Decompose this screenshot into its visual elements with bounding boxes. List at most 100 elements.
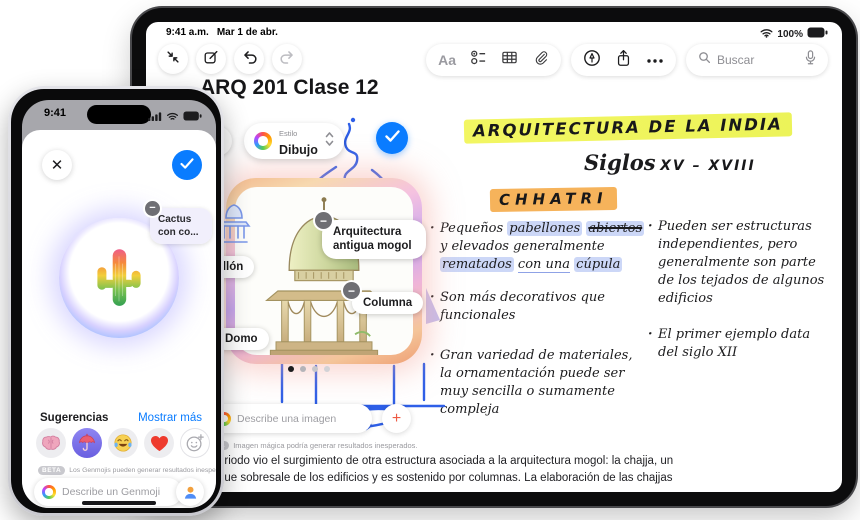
note-bullet: Gran variedad de materiales, la ornament…: [430, 347, 648, 419]
underlined-word: con una: [518, 257, 570, 273]
more-icon[interactable]: [646, 51, 664, 69]
accept-image-button[interactable]: [376, 122, 408, 154]
style-label: Estilo: [279, 129, 297, 138]
collapse-icon: [165, 49, 181, 70]
share-icon[interactable]: [615, 49, 632, 72]
iphone-device: 9:41 ✕: [8, 86, 224, 516]
suggestions-title: Sugerencias: [40, 412, 108, 424]
search-input[interactable]: Buscar: [686, 44, 828, 76]
show-more-link[interactable]: Mostrar más: [138, 412, 202, 424]
emoji-suggestions: [36, 428, 210, 458]
redo-icon: [279, 48, 296, 70]
person-icon: [183, 485, 198, 500]
status-time: 9:41 a.m.: [166, 27, 209, 38]
genmoji-beta-note: BETA Los Genmojis pueden generar resulta…: [38, 466, 216, 475]
checkmark-icon: [385, 129, 400, 147]
collapse-button[interactable]: [158, 44, 188, 74]
beta-note-text: Imagen mágica podría generar resultados …: [233, 441, 417, 450]
compose-icon: [203, 49, 219, 70]
tag-architecture[interactable]: Arquitectura antigua mogol: [322, 220, 426, 259]
undo-icon: [241, 48, 258, 70]
remove-icon[interactable]: [343, 282, 360, 299]
toolbar-right: Aa Buscar: [426, 44, 828, 76]
battery-percent: 100%: [777, 29, 803, 40]
attachment-icon[interactable]: [532, 49, 549, 71]
note-title: ARQ 201 Clase 12: [200, 76, 379, 100]
subheading-script-word: Siglos: [584, 150, 656, 175]
note-bullet: El primer ejemplo data del siglo XII: [648, 326, 830, 362]
beta-badge: BETA: [38, 466, 65, 475]
yellow-highlight: ARQUITECTURA DE LA INDIA: [464, 112, 792, 143]
orange-highlight: CHHATRI: [490, 187, 617, 212]
search-icon: [698, 51, 711, 69]
table-icon[interactable]: [501, 49, 518, 71]
status-date: Mar 1 de abr.: [217, 27, 278, 38]
note-heading: ARQUITECTURA DE LA INDIA: [464, 114, 792, 140]
page-dot: [324, 366, 330, 372]
toolbar-left: [158, 44, 302, 74]
rainbow-cactus-emoji: [92, 243, 146, 313]
battery-icon: [807, 27, 828, 41]
wifi-icon: [166, 108, 179, 126]
status-time: 9:41: [44, 107, 66, 119]
remove-icon[interactable]: [315, 212, 332, 229]
undo-button[interactable]: [234, 44, 264, 74]
page-dots[interactable]: [288, 366, 330, 372]
add-image-button[interactable]: [382, 404, 411, 433]
close-genmoji-button[interactable]: ✕: [42, 150, 72, 180]
struck-word: abiertos: [586, 221, 644, 236]
note-section-title: CHHATRI: [490, 189, 617, 209]
markup-icon[interactable]: [583, 49, 601, 72]
umbrella-emoji-icon[interactable]: [72, 428, 102, 458]
scene: 9:41 a.m. Mar 1 de abr. 100% Aa: [0, 0, 860, 520]
checklist-icon[interactable]: [470, 49, 487, 71]
describe-genmoji-placeholder: Describe un Genmoji: [62, 486, 160, 498]
magic-image-beta-note: BETA Imagen mágica podría generar result…: [202, 441, 418, 450]
notes-app: 9:41 a.m. Mar 1 de abr. 100% Aa: [146, 22, 842, 492]
page-dot: [312, 366, 318, 372]
ipad-status-bar: 9:41 a.m. Mar 1 de abr.: [166, 27, 286, 38]
markup-toolbar: [571, 44, 676, 76]
person-genmoji-button[interactable]: [176, 478, 204, 506]
close-icon: ✕: [51, 156, 64, 174]
beta-note-text: Los Genmojis pueden generar resultados i…: [69, 467, 216, 474]
remove-icon[interactable]: [145, 201, 160, 216]
tag-column[interactable]: Columna: [352, 292, 423, 314]
notes-right-column: Pueden ser estructuras independientes, p…: [648, 218, 830, 377]
highlighted-word: cúpula: [574, 257, 622, 272]
page-dot-active: [288, 366, 294, 372]
subheading-range: XV – XVIII: [660, 158, 756, 174]
cellular-icon: [148, 108, 162, 126]
notes-left-column: Pequeños pabellones abiertos y elevados …: [430, 220, 648, 433]
page-dot: [300, 366, 306, 372]
dynamic-island: [87, 105, 151, 124]
note-subheading: Siglos XV – XVIII: [584, 150, 756, 175]
note-paragraph-line: do que sobresale de los edificios y es s…: [202, 472, 673, 484]
chevron-up-down-icon: [325, 131, 334, 152]
style-value: Dibujo: [279, 143, 318, 157]
format-toolbar: Aa: [426, 44, 561, 76]
heart-emoji-icon[interactable]: [144, 428, 174, 458]
search-placeholder: Buscar: [717, 53, 799, 67]
brain-emoji-icon[interactable]: [36, 428, 66, 458]
describe-image-input[interactable]: Describe una imagen: [208, 404, 372, 433]
home-indicator[interactable]: [82, 501, 156, 505]
genmoji-prompt-tag[interactable]: Cactus con co...: [150, 208, 212, 244]
add-emoji-icon[interactable]: [180, 428, 210, 458]
note-bullet: Pueden ser estructuras independientes, p…: [648, 218, 830, 308]
note-paragraph-line: e periodo vio el surgimiento de otra est…: [202, 455, 673, 467]
redo-button[interactable]: [272, 44, 302, 74]
accept-genmoji-button[interactable]: [172, 150, 202, 180]
compose-button[interactable]: [196, 44, 226, 74]
mic-icon[interactable]: [805, 50, 816, 70]
wifi-icon: [760, 28, 773, 41]
genmoji-icon: [42, 485, 56, 499]
style-picker[interactable]: Estilo Dibujo: [244, 123, 344, 159]
image-playground-icon: [254, 132, 272, 150]
genmoji-sheet: ✕: [22, 130, 216, 508]
text-format-button[interactable]: Aa: [438, 52, 456, 68]
note-bullet: Pequeños pabellones abiertos y elevados …: [430, 220, 648, 274]
ipad-device: 9:41 a.m. Mar 1 de abr. 100% Aa: [132, 8, 856, 506]
highlighted-word: pabellones: [507, 221, 582, 236]
laughing-emoji-icon[interactable]: [108, 428, 138, 458]
